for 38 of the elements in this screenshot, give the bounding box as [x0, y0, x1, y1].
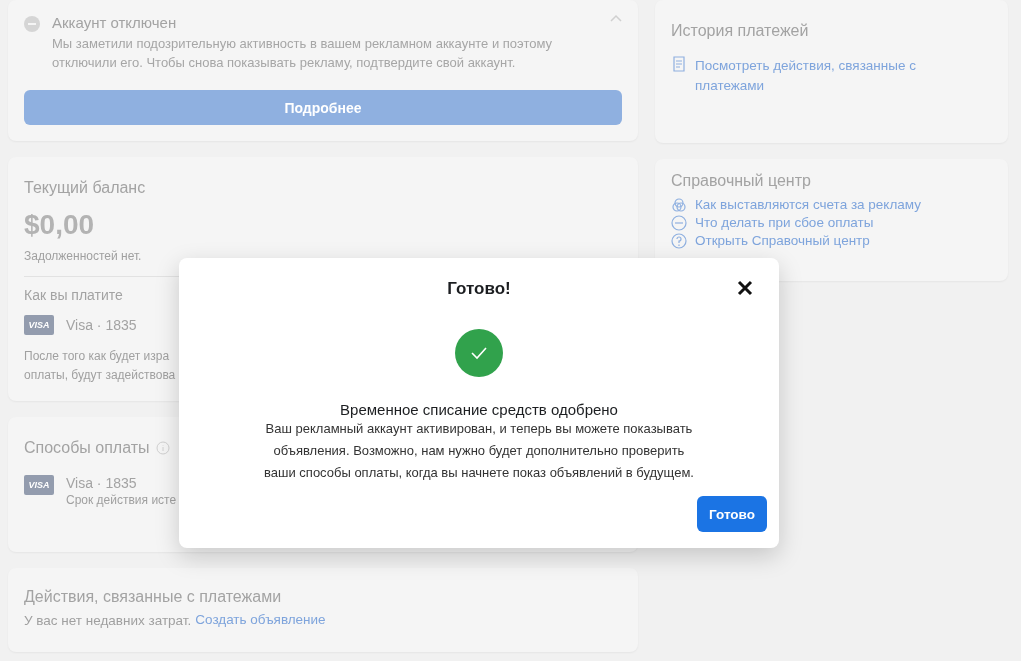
card-name: Visa · 1835 — [66, 317, 137, 333]
dialog-heading: Временное списание средств одобрено — [340, 401, 618, 418]
history-link[interactable]: Посмотреть действия, связанные с платежами — [695, 56, 965, 96]
activity-text: У вас нет недавних затрат. — [24, 611, 192, 630]
help-link[interactable]: Что делать при сбое оплаты — [695, 214, 874, 232]
details-button[interactable]: Подробнее — [24, 90, 622, 125]
blocked-icon — [24, 16, 40, 32]
success-check-icon — [455, 329, 503, 377]
help-link[interactable]: Открыть Справочный центр — [695, 232, 870, 250]
history-title: История платежей — [671, 22, 810, 40]
balance-note: Задолженностей нет. — [24, 248, 142, 265]
card-logo: VISA — [24, 315, 54, 335]
minus-circle-icon — [671, 215, 687, 231]
payment-title: Как вы платите — [24, 287, 123, 303]
alert-text: Мы заметили подозрительную активность в вашем рекламном аккаунте и поэтому отключили его. Чтобы снова показывать рекламу, подтвердите свой аккаунт. — [52, 35, 554, 72]
balance-title: Текущий баланс — [24, 179, 146, 197]
circles-icon — [671, 197, 687, 213]
activity-title: Действия, связанные с платежами — [24, 588, 282, 606]
card-name: Visa · 1835 — [66, 475, 138, 491]
done-button[interactable]: Готово — [697, 496, 767, 532]
card-expiry: Срок действия исте — [66, 492, 177, 509]
chevron-icon[interactable] — [610, 14, 622, 22]
alert-title: Аккаунт отключен — [52, 14, 178, 31]
payment-note: оплаты, будут задействова — [24, 367, 176, 384]
payment-note: После того как будет изра — [24, 348, 170, 365]
help-link[interactable]: Как выставляются счета за рекламу — [695, 196, 921, 214]
help-title: Справочный центр — [671, 172, 812, 190]
close-button[interactable] — [735, 278, 755, 298]
receipt-icon — [671, 56, 687, 72]
dialog-title: Готово! — [447, 279, 511, 299]
close-icon — [735, 278, 755, 298]
question-icon — [671, 233, 687, 249]
create-ad-link[interactable]: Создать объявление — [195, 610, 326, 630]
dialog-text: Ваш рекламный аккаунт активирован, и теперь вы можете показывать объявления. Возможно, нам нужно будет дополнительно проверить ваши способы оплаты, когда вы начнете показ объявлений в будущем. — [263, 420, 695, 482]
info-icon[interactable] — [155, 441, 170, 455]
balance-amount: $0,00 — [24, 209, 95, 241]
card-logo: VISA — [24, 475, 54, 495]
methods-title: Способы оплаты — [24, 439, 150, 457]
